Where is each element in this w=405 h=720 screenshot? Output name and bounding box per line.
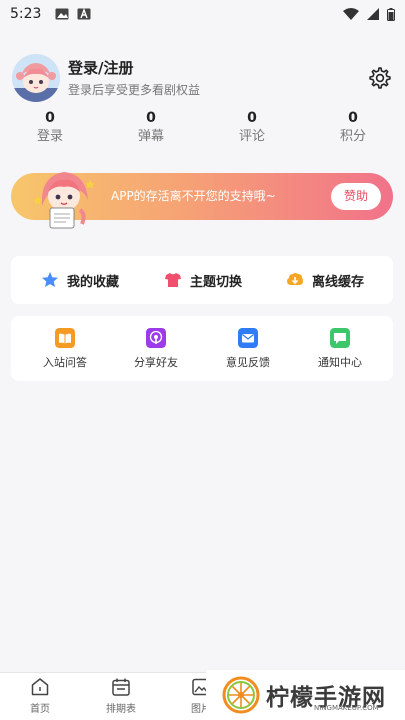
stat-label: 登录 [36,129,63,144]
status-bar: 5:23 [0,0,405,28]
image-notification-icon [55,8,69,20]
podcast-icon [146,328,166,348]
tools-card: 入站问答 分享好友 意见反馈 通知中心 [11,316,393,381]
action-label: 主题切换 [190,274,243,290]
nav-label: 排期表 [106,704,136,715]
stat-points[interactable]: 0 积分 [323,109,383,147]
wifi-icon [343,8,359,20]
tab-schedule[interactable]: 排期表 [96,677,146,715]
action-label: 离线缓存 [312,274,365,290]
tool-label: 意见反馈 [226,356,270,369]
watermark-subtext: NINGMAKEUP.COM [314,704,379,712]
tool-label: 入站问答 [43,356,87,369]
home-icon [31,678,49,696]
banner-text: APP的存活离不开您的支持哦~ [111,189,276,203]
stat-comments[interactable]: 0 评论 [222,109,282,147]
stat-danmaku[interactable]: 0 弹幕 [121,109,181,147]
share-friends-button[interactable]: 分享好友 [121,328,191,370]
avatar[interactable] [12,54,60,102]
stat-label: 弹幕 [137,129,164,144]
stat-label: 评论 [238,129,265,144]
theme-switch-button[interactable]: 主题切换 [164,256,242,304]
login-register-title[interactable]: 登录/注册 [68,57,200,79]
tool-label: 分享好友 [134,356,178,369]
sponsor-button[interactable]: 赞助 [331,183,381,210]
quick-actions-card: 我的收藏 主题切换 离线缓存 [11,256,393,304]
star-icon [42,272,58,287]
offline-cache-button[interactable]: 离线缓存 [286,256,364,304]
stat-value: 0 [45,110,55,126]
favorites-button[interactable]: 我的收藏 [41,256,119,304]
stat-value: 0 [146,110,156,126]
gear-icon[interactable] [368,66,392,90]
download-icon [287,273,303,285]
status-time: 5:23 [10,6,42,22]
login-subtitle: 登录后享受更多看剧权益 [68,83,201,97]
chat-icon [330,328,350,348]
stat-value: 0 [348,110,358,126]
tab-home[interactable]: 首页 [15,677,65,715]
book-icon [55,328,75,348]
stat-label: 积分 [339,129,366,144]
calendar-icon [112,678,130,696]
stat-value: 0 [247,110,257,126]
signal-icon [367,8,379,20]
mascot-illustration-icon [34,172,95,229]
tshirt-icon [165,273,181,287]
avatar-mascot-icon [12,54,60,102]
faq-button[interactable]: 入站问答 [30,328,100,370]
nav-label: 首页 [30,704,50,715]
battery-icon [387,7,395,21]
watermark: 柠檬手游网 NINGMAKEUP.COM [206,670,405,720]
profile-header[interactable]: 登录/注册 登录后享受更多看剧权益 [12,52,394,104]
notification-center-button[interactable]: 通知中心 [305,328,375,370]
user-stats: 0 登录 0 弹幕 0 评论 0 积分 [0,109,405,151]
a-notification-icon [77,8,91,20]
feedback-button[interactable]: 意见反馈 [213,328,283,370]
lemon-logo-icon [222,676,260,714]
tool-label: 通知中心 [318,356,362,369]
stat-login[interactable]: 0 登录 [20,109,80,147]
action-label: 我的收藏 [67,274,120,290]
mail-icon [238,328,258,348]
